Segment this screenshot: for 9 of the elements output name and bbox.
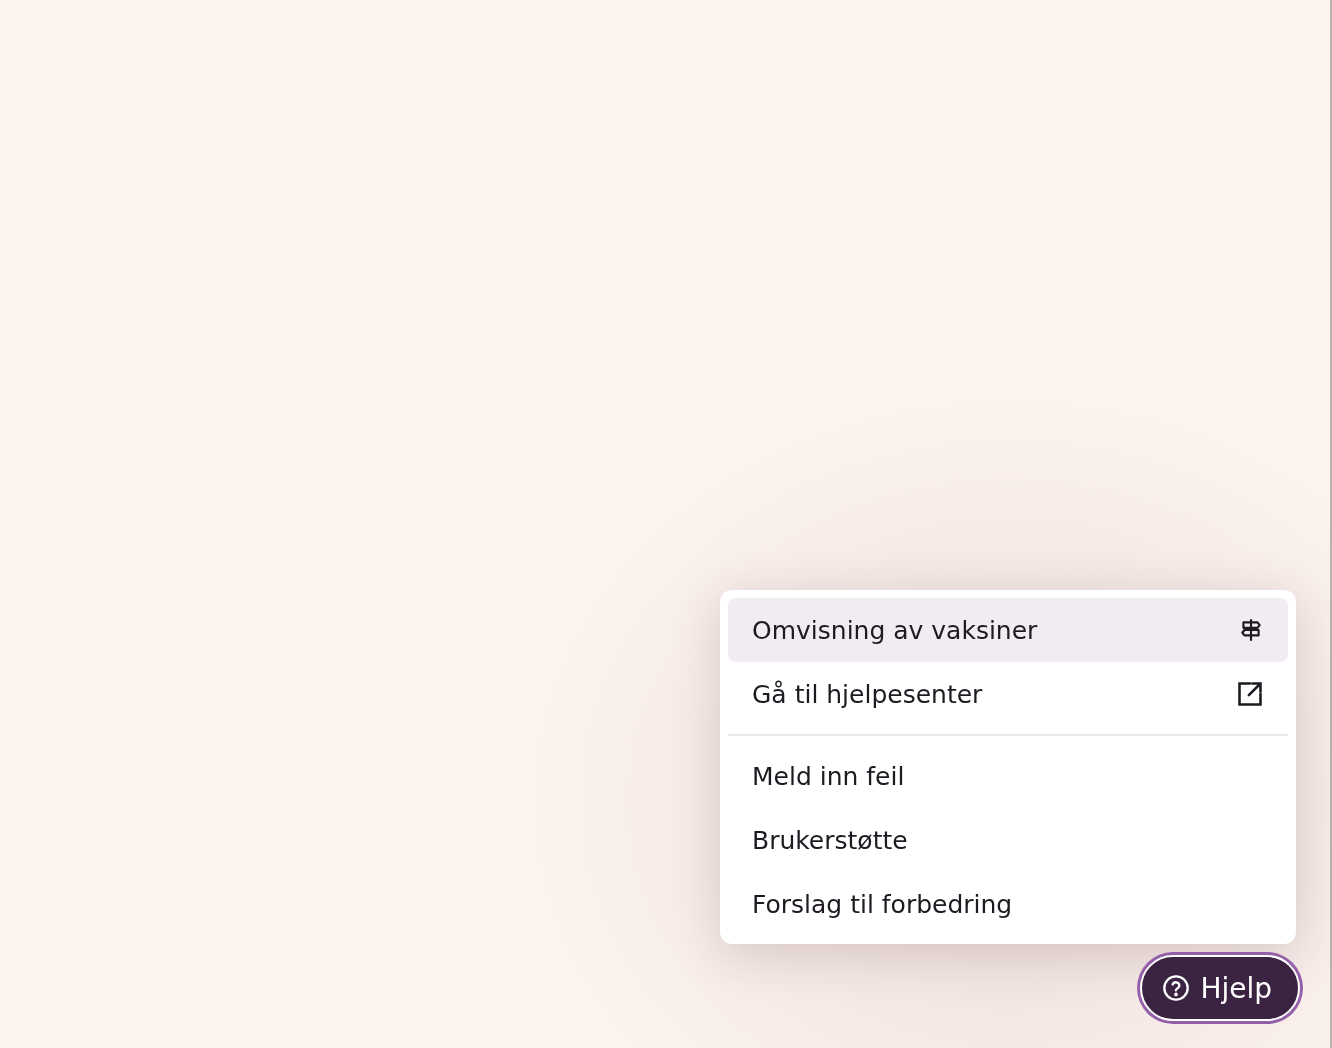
menu-item[interactable]: Brukerstøtte	[728, 808, 1288, 872]
external-link-icon	[1236, 680, 1264, 708]
menu-item[interactable]: Forslag til forbedring	[728, 872, 1288, 936]
help-icon	[1162, 974, 1191, 1002]
menu-item[interactable]: Omvisning av vaksiner	[728, 598, 1288, 662]
help-button[interactable]: Hjelp	[1140, 955, 1300, 1021]
signpost-icon	[1238, 616, 1264, 644]
menu-item[interactable]: Meld inn feil	[728, 744, 1288, 808]
menu-item[interactable]: Gå til hjelpesenter	[728, 662, 1288, 726]
